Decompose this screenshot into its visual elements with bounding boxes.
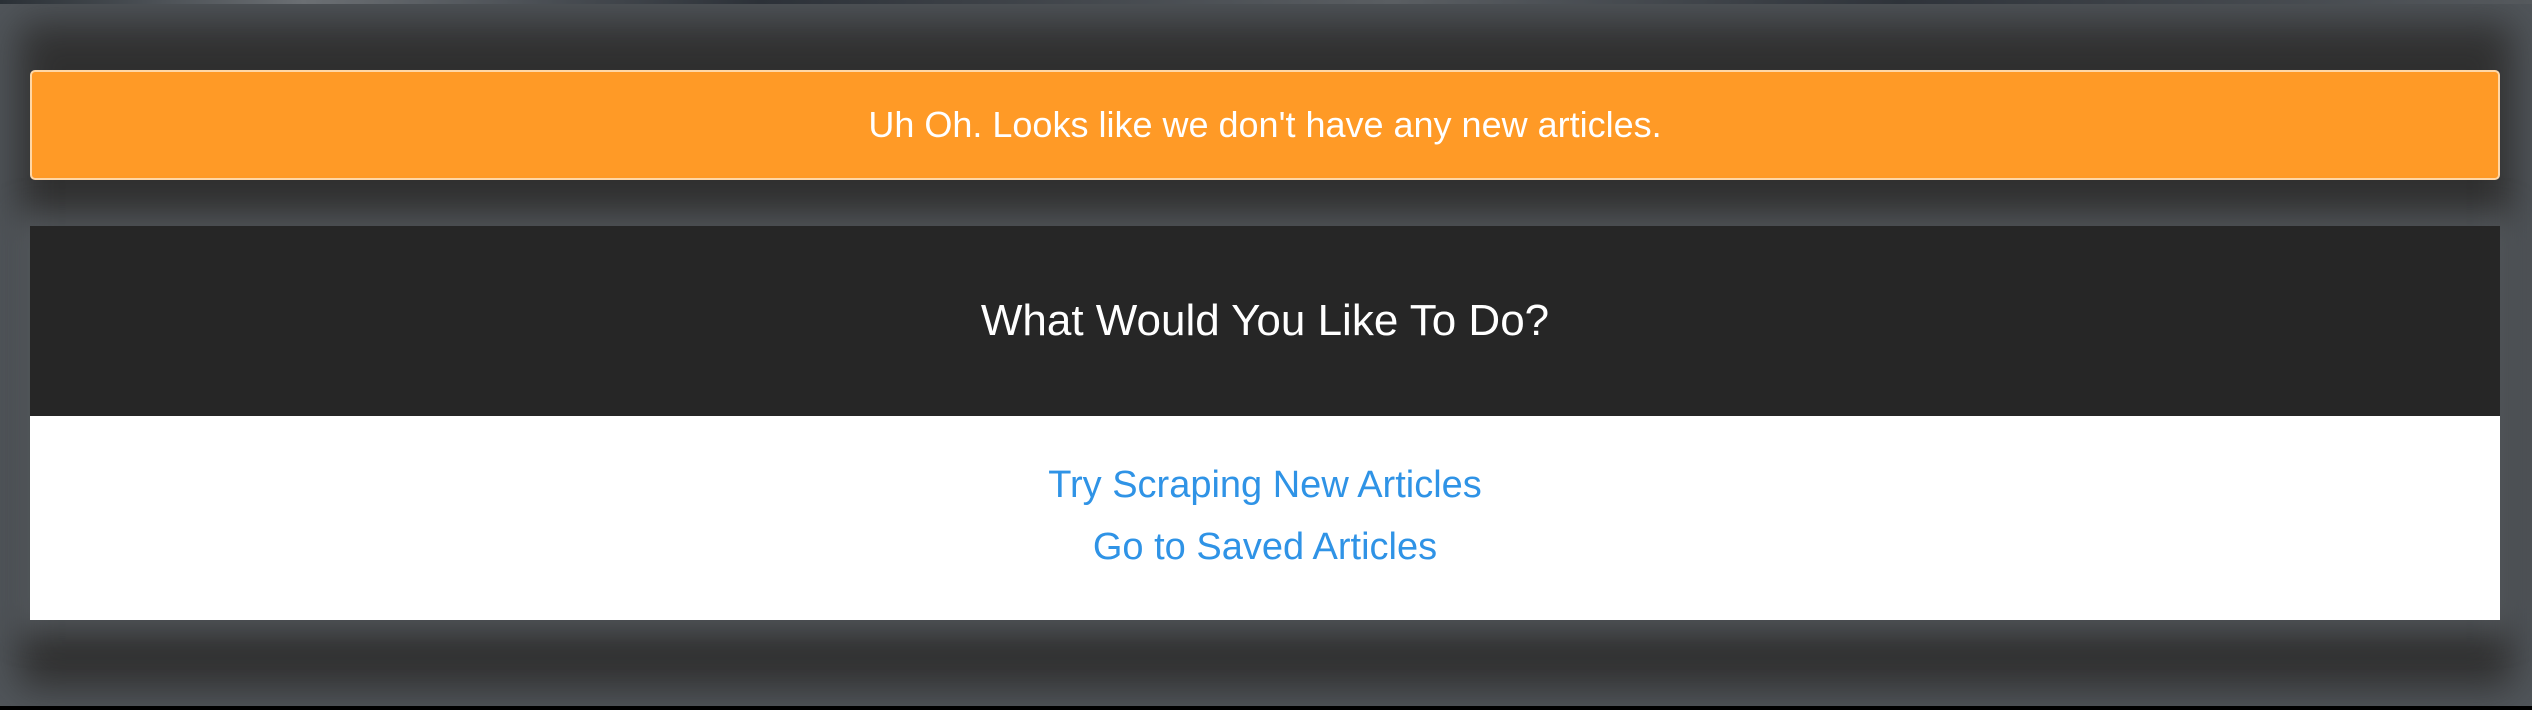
background-strip-bottom	[0, 706, 2532, 710]
panel-body: Try Scraping New Articles Go to Saved Ar…	[30, 416, 2500, 620]
saved-articles-link[interactable]: Go to Saved Articles	[1093, 516, 1437, 578]
panel-header: What Would You Like To Do?	[30, 226, 2500, 416]
alert-banner: Uh Oh. Looks like we don't have any new …	[30, 70, 2500, 180]
alert-message: Uh Oh. Looks like we don't have any new …	[868, 104, 1662, 145]
scrape-articles-link[interactable]: Try Scraping New Articles	[1048, 454, 1482, 516]
page-container: Uh Oh. Looks like we don't have any new …	[0, 4, 2532, 706]
panel-title: What Would You Like To Do?	[980, 296, 1550, 345]
action-panel: What Would You Like To Do? Try Scraping …	[30, 226, 2500, 620]
